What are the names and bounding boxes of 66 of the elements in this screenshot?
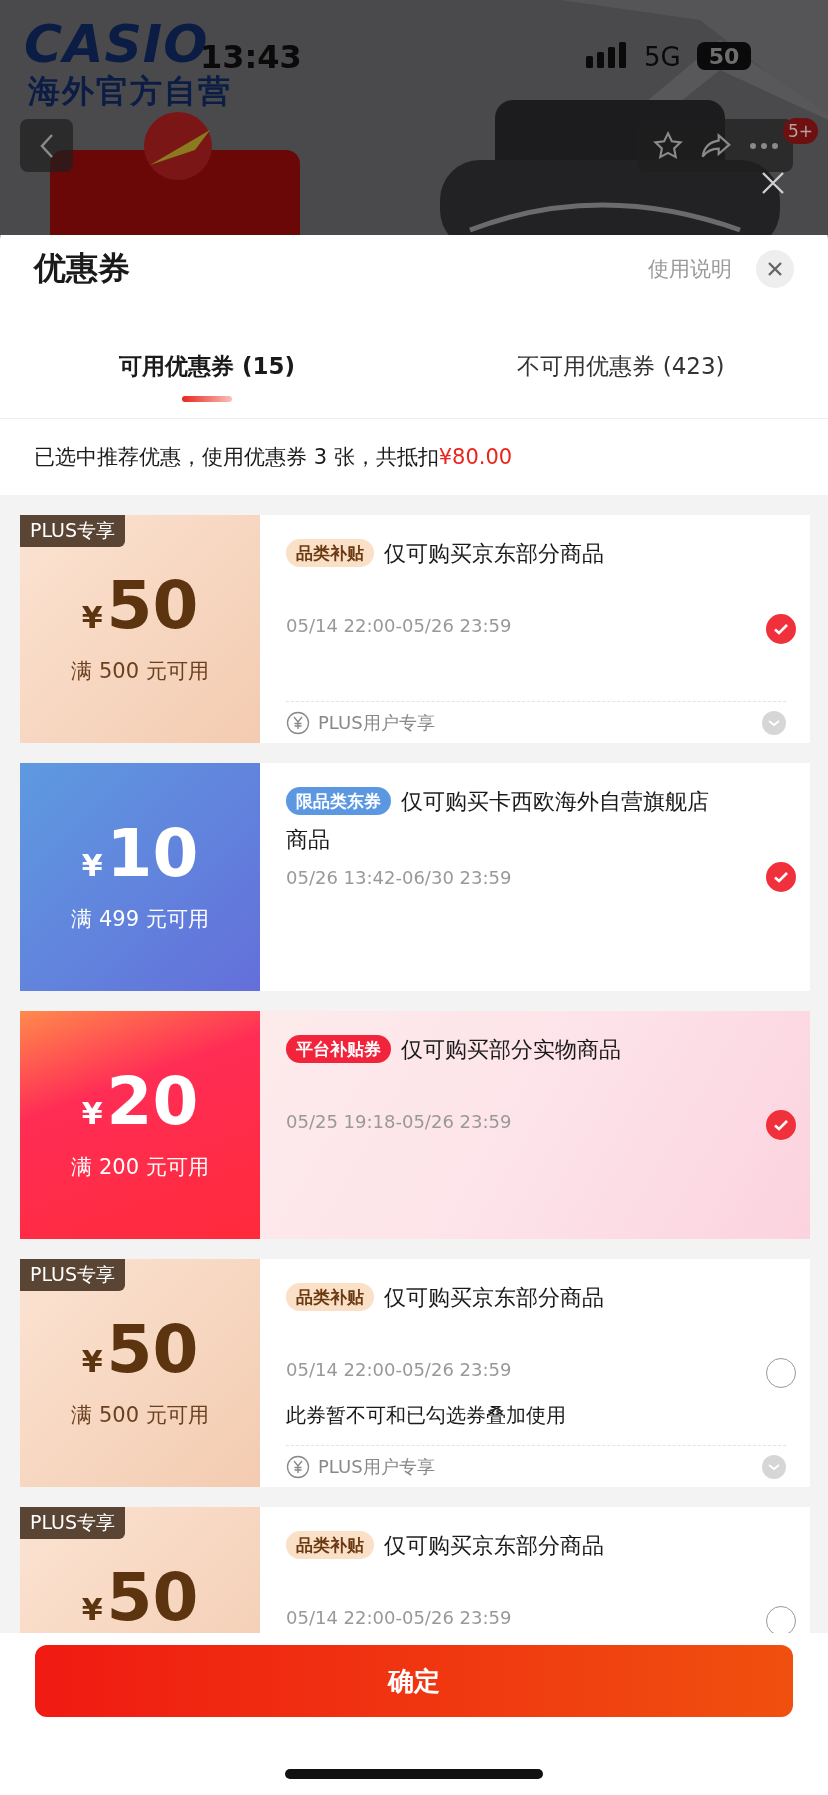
coupon-threshold: 满 500 元可用 [71,658,209,685]
coupon-tag: 限品类东券 [286,787,391,815]
discount-amount: ¥80.00 [438,445,513,469]
coupon-threshold: 满 200 元可用 [71,1154,209,1181]
select-checkbox[interactable] [766,614,796,644]
coupon-threshold: 满 500 元可用 [71,1402,209,1429]
tab[interactable]: 可用优惠券 (15) [0,295,414,418]
select-checkbox[interactable] [766,1606,796,1633]
summary-text: 已选中推荐优惠，使用优惠券 3 张，共抵扣 [34,444,439,471]
coupon-period: 05/26 13:42-06/30 23:59 [286,867,512,888]
coupon-tag: 品类补贴 [286,539,374,567]
coupon-tag: 品类补贴 [286,1283,374,1311]
tab[interactable]: 不可用优惠券 (423) [414,295,828,418]
coupon-amount: 10 [106,821,199,887]
checkmark-icon [773,869,789,885]
currency-sign: ¥ [81,1344,103,1379]
coupon-card[interactable]: PLUS专享 ¥50 满 500 元可用 品类补贴 仅可购买京东部分商品 05/14 22:00-05/26 23:59 此券暂不可和已勾选券叠加使用 PLUS用户专享 [20,1259,810,1487]
coupon-amount: 50 [106,573,199,639]
coupon-card[interactable]: ¥10 满 499 元可用 限品类东券 仅可购买卡西欧海外自营旗舰店商品 05/26 13:42-06/30 23:59 [20,763,810,991]
coupon-title: 限品类东券 仅可购买卡西欧海外自营旗舰店商品 [286,786,710,854]
checkmark-icon [773,621,789,637]
close-button[interactable] [756,250,794,288]
confirm-button[interactable]: 确定 [35,1645,793,1717]
yuan-icon [286,1454,310,1479]
coupon-period: 05/14 22:00-05/26 23:59 [286,1607,512,1628]
coupon-title: 品类补贴 仅可购买京东部分商品 [286,1527,710,1599]
brand-subtitle: 海外官方自营 [28,71,232,112]
currency-sign: ¥ [81,600,103,635]
coupon-card[interactable]: ¥20 满 200 元可用 平台补贴券 仅可购买部分实物商品 05/25 19:18-05/26 23:59 [20,1011,810,1239]
plus-badge: PLUS专享 [20,515,126,547]
coupon-tag: 品类补贴 [286,1531,374,1559]
select-checkbox[interactable] [766,862,796,892]
select-checkbox[interactable] [766,1110,796,1140]
coupon-amount: 50 [106,1565,199,1631]
more-icon[interactable] [748,141,779,150]
sheet-title: 优惠券 [34,248,131,289]
battery-level: 50 [697,42,751,70]
checkmark-icon [773,1117,789,1133]
close-icon[interactable] [760,170,786,196]
plus-badge: PLUS专享 [20,1507,126,1539]
coupon-period: 05/14 22:00-05/26 23:59 [286,1359,512,1380]
footer-text: PLUS用户专享 [318,710,435,735]
coupon-period: 05/14 22:00-05/26 23:59 [286,615,512,636]
coupon-title: 品类补贴 仅可购买京东部分商品 [286,1279,710,1351]
network-label: 5G [644,42,681,72]
currency-sign: ¥ [81,1096,103,1131]
coupon-note: 此券暂不可和已勾选券叠加使用 [286,1402,566,1429]
plus-badge: PLUS专享 [20,1259,126,1291]
coupon-tag: 平台补贴券 [286,1035,391,1063]
coupon-card[interactable]: PLUS专享 ¥50 满 500 元可用 品类补贴 仅可购买京东部分商品 05/14 22:00-05/26 23:59 PLUS用户专享 [20,515,810,743]
coupon-title: 平台补贴券 仅可购买部分实物商品 [286,1031,710,1103]
coupon-card[interactable]: PLUS专享 ¥50 品类补贴 仅可购买京东部分商品 05/14 22:00-05/26 23:59 [20,1507,810,1633]
back-button[interactable] [20,119,73,172]
currency-sign: ¥ [81,848,103,883]
currency-sign: ¥ [81,1592,103,1627]
coupon-threshold: 满 499 元可用 [71,906,209,933]
coupon-title: 品类补贴 仅可购买京东部分商品 [286,535,710,607]
footer-text: PLUS用户专享 [318,1454,435,1479]
star-icon[interactable] [652,129,685,162]
coupon-period: 05/25 19:18-05/26 23:59 [286,1111,512,1132]
coupon-amount: 50 [106,1317,199,1383]
signal-icon [586,42,628,68]
coupon-amount: 20 [106,1069,199,1135]
close-icon [767,261,783,277]
select-checkbox[interactable] [766,1358,796,1388]
yuan-icon [286,710,310,735]
